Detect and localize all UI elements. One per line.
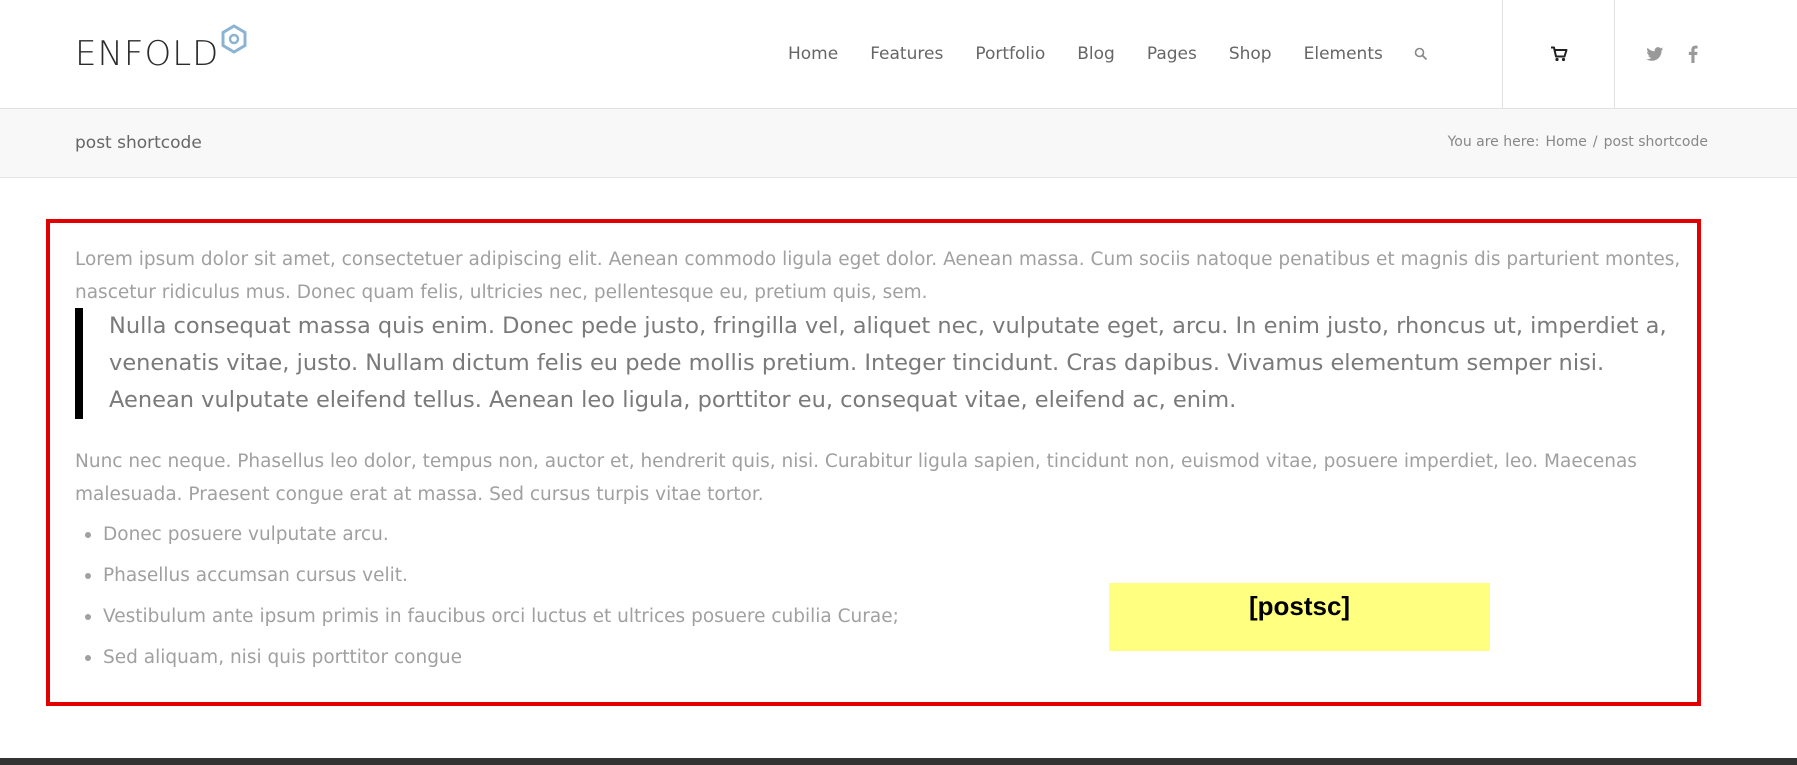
breadcrumb-prefix: You are here: [1447, 134, 1540, 150]
site-header: ENFOLD Home Features Portfolio Blog Page… [0, 0, 1797, 109]
site-logo[interactable]: ENFOLD [75, 24, 249, 74]
list-item-text: Donec posuere vulputate arcu. [103, 524, 389, 545]
nav-item-pages[interactable]: Pages [1131, 44, 1213, 64]
shortcode-label: [postsc] [1248, 591, 1351, 621]
main-nav: Home Features Portfolio Blog Pages Shop … [772, 0, 1443, 108]
list-item: Sed aliquam, nisi quis porttitor congue [75, 637, 899, 678]
nav-item-home[interactable]: Home [772, 44, 854, 64]
shortcode-box: [postsc] [1109, 583, 1490, 651]
bullet-icon [85, 531, 91, 538]
nav-item-blog[interactable]: Blog [1061, 44, 1131, 64]
list-item-text: Phasellus accumsan cursus velit. [103, 565, 408, 586]
twitter-icon[interactable] [1637, 0, 1673, 108]
facebook-icon[interactable] [1675, 0, 1711, 108]
body-paragraph: Nunc nec neque. Phasellus leo dolor, tem… [75, 451, 1637, 505]
title-bar: post shortcode You are here: Home / post… [0, 109, 1797, 178]
breadcrumb-separator: / [1592, 134, 1598, 150]
breadcrumb: You are here: Home / post shortcode [1448, 134, 1708, 150]
breadcrumb-current: post shortcode [1603, 134, 1708, 150]
nav-item-portfolio[interactable]: Portfolio [959, 44, 1061, 64]
bullet-list: Donec posuere vulputate arcu. Phasellus … [75, 514, 899, 678]
nav-item-features[interactable]: Features [854, 44, 959, 64]
hexagon-icon [221, 24, 247, 54]
list-item: Phasellus accumsan cursus velit. [75, 555, 899, 596]
search-icon[interactable] [1399, 0, 1443, 108]
list-item-text: Sed aliquam, nisi quis porttitor congue [103, 647, 463, 668]
blockquote: Nulla consequat massa quis enim. Donec p… [75, 308, 1685, 419]
bullet-icon [85, 654, 91, 661]
cart-icon[interactable] [1503, 0, 1614, 108]
list-item: Donec posuere vulputate arcu. [75, 514, 899, 555]
list-item: Vestibulum ante ipsum primis in faucibus… [75, 596, 899, 637]
intro-paragraph: Lorem ipsum dolor sit amet, consectetuer… [75, 249, 1681, 303]
list-item-text: Vestibulum ante ipsum primis in faucibus… [103, 606, 899, 627]
page-title[interactable]: post shortcode [75, 133, 202, 153]
header-divider [1614, 0, 1615, 108]
bullet-icon [85, 572, 91, 579]
nav-item-elements[interactable]: Elements [1288, 44, 1399, 64]
nav-item-shop[interactable]: Shop [1213, 44, 1288, 64]
blockquote-text: Nulla consequat massa quis enim. Donec p… [109, 313, 1667, 413]
breadcrumb-home-link[interactable]: Home [1546, 134, 1587, 150]
footer-bar [0, 758, 1797, 765]
logo-text: ENFOLD [75, 34, 220, 74]
bullet-icon [85, 613, 91, 620]
